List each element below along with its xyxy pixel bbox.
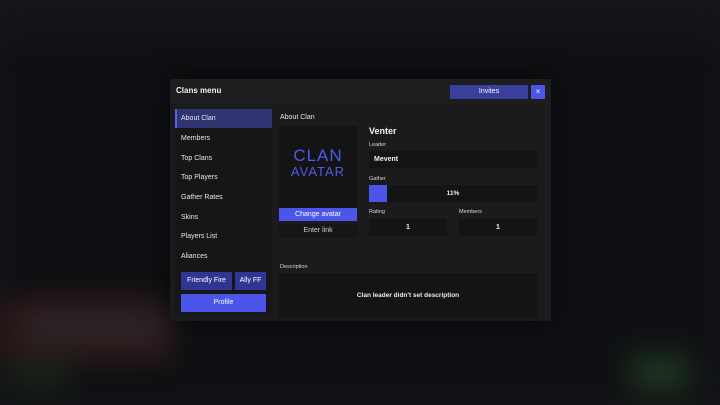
members-label: Members — [459, 209, 482, 215]
friendly-fire-button[interactable]: Friendly Fire — [181, 272, 232, 290]
about-clan-heading: About Clan — [280, 114, 315, 121]
sidebar-item-aliances[interactable]: Aliances — [175, 247, 272, 266]
clan-description: Clan leader didn't set description — [279, 273, 537, 318]
clan-name: Venter — [369, 126, 397, 136]
description-label: Description — [280, 264, 308, 270]
change-avatar-button[interactable]: Change avatar — [279, 208, 357, 221]
sidebar: About Clan Members Top Clans Top Players… — [175, 109, 272, 315]
dialog-title: Clans menu — [176, 86, 222, 95]
avatar-link-input[interactable]: Enter link — [279, 224, 357, 238]
clans-menu-dialog: Clans menu Invites × About Clan Members … — [170, 79, 551, 321]
sidebar-item-skins[interactable]: Skins — [175, 208, 272, 227]
rating-label: Rating — [369, 209, 385, 215]
dialog-titlebar: Clans menu Invites × — [170, 79, 551, 104]
avatar-placeholder-line2: AVATAR — [290, 164, 346, 179]
gather-label: Gather — [369, 176, 386, 182]
gather-progress-text: 11% — [446, 190, 460, 197]
sidebar-item-top-players[interactable]: Top Players — [175, 168, 272, 187]
gather-progress-bar: 11% — [369, 185, 537, 202]
invites-button[interactable]: Invites — [450, 85, 528, 99]
sidebar-item-about-clan[interactable]: About Clan — [175, 109, 272, 128]
avatar-placeholder-line1: CLAN — [293, 146, 343, 165]
clan-avatar: CLAN AVATAR — [279, 126, 357, 208]
leader-value: Mevent — [369, 151, 537, 168]
sidebar-item-top-clans[interactable]: Top Clans — [175, 149, 272, 168]
sidebar-item-gather-rates[interactable]: Gather Rates — [175, 188, 272, 207]
rating-value: 1 — [369, 219, 447, 236]
members-value: 1 — [459, 219, 537, 236]
sidebar-item-members[interactable]: Members — [175, 129, 272, 148]
ally-ff-button[interactable]: Ally FF — [235, 272, 266, 290]
close-icon[interactable]: × — [531, 85, 545, 99]
leader-label: Leader — [369, 142, 387, 148]
profile-button[interactable]: Profile — [181, 294, 266, 312]
sidebar-item-players-list[interactable]: Players List — [175, 227, 272, 246]
